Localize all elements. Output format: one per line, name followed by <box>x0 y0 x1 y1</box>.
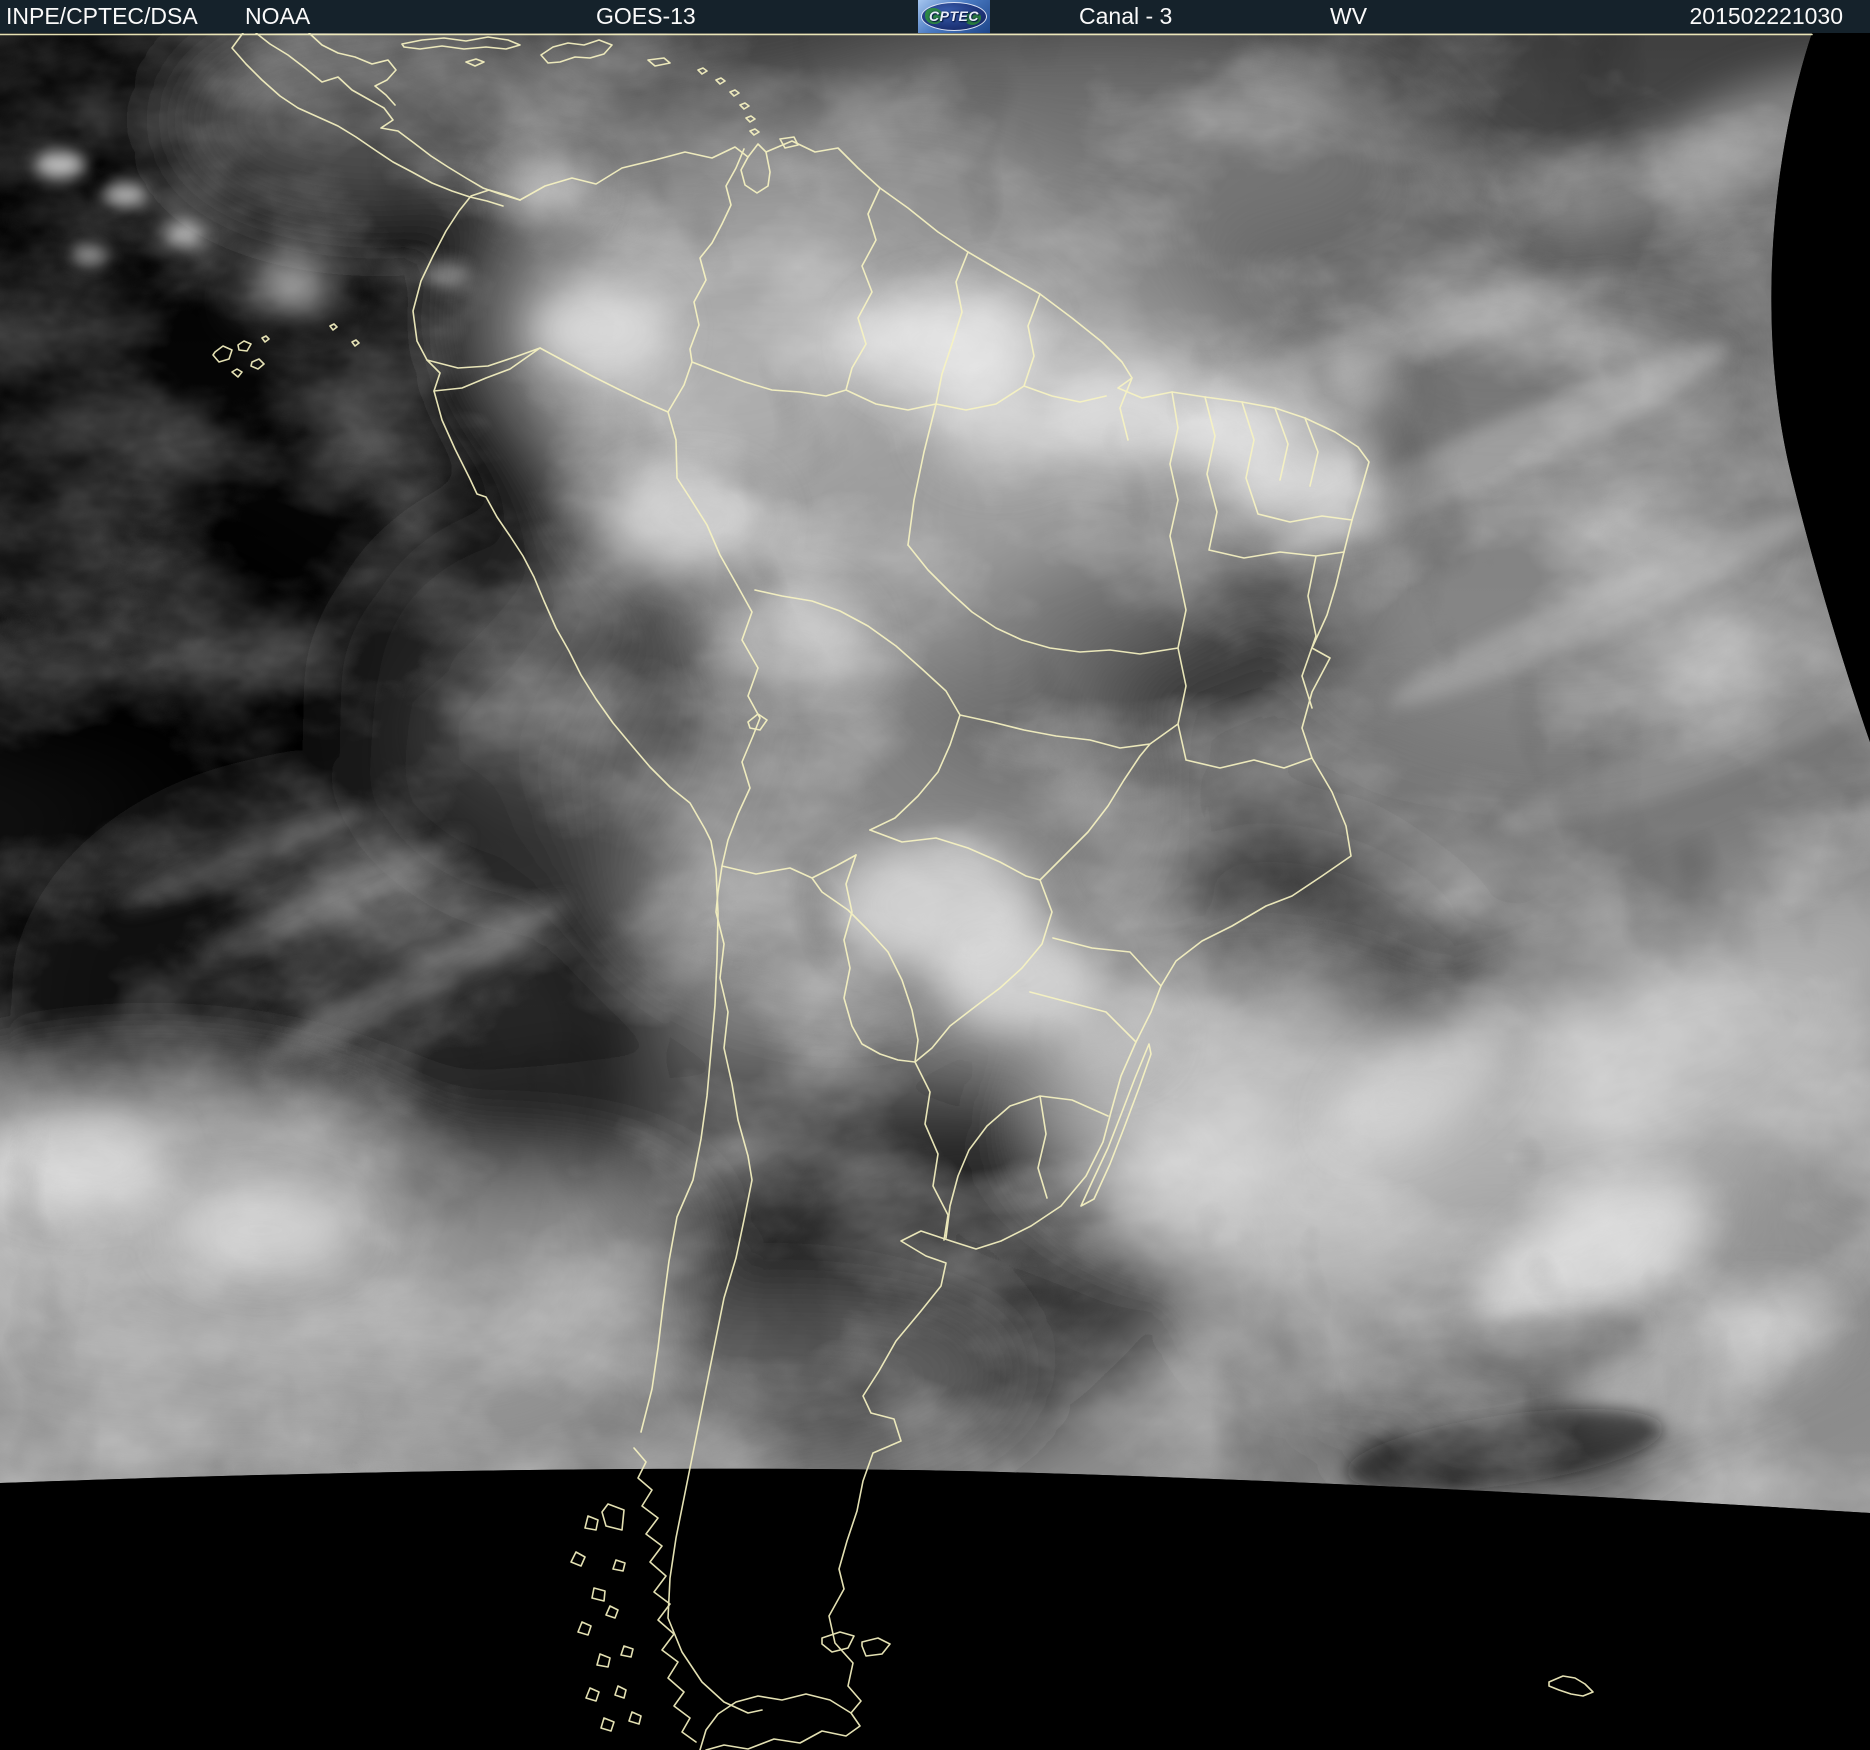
scan-bottom-gap <box>0 1469 1870 1750</box>
cptec-logo-globe-icon: CPTEC <box>921 2 987 31</box>
channel-label: Canal - 3 <box>1079 0 1172 33</box>
timestamp-label: 201502221030 <box>1690 0 1844 33</box>
satellite-image-viewer: INPE/CPTEC/DSA NOAA GOES-13 CPTEC Canal … <box>0 0 1870 1750</box>
cptec-logo: CPTEC <box>918 0 990 33</box>
band-label: WV <box>1330 0 1367 33</box>
satellite-name-label: GOES-13 <box>596 0 696 33</box>
noaa-label: NOAA <box>245 0 310 33</box>
header-bar: INPE/CPTEC/DSA NOAA GOES-13 CPTEC Canal … <box>0 0 1870 33</box>
cloud-texture-dark <box>0 33 1870 1513</box>
satellite-image <box>0 0 1870 1750</box>
agency-label: INPE/CPTEC/DSA <box>6 0 198 33</box>
cptec-logo-text: CPTEC <box>929 2 979 31</box>
